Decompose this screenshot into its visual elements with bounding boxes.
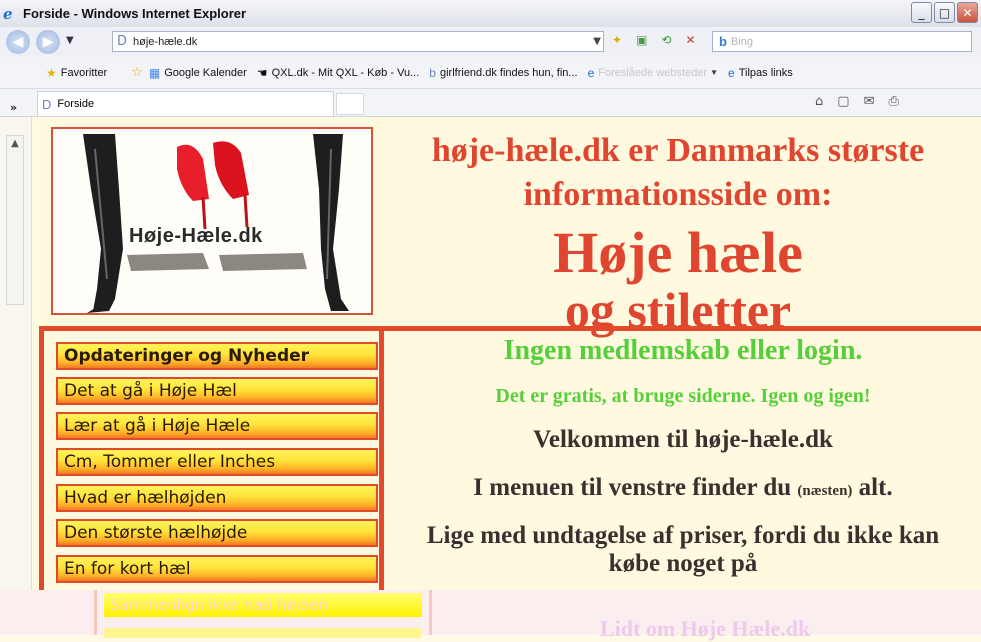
forward-arrow-icon: ▶ [42, 34, 54, 50]
headline-line1: høje-hæle.dk er Danmarks største [431, 132, 925, 169]
welcome-text: Velkommen til høje-hæle.dk [533, 426, 833, 453]
command-bar: ⌂ ▢ ✉ ⎙ [815, 94, 899, 109]
address-dropdown-icon[interactable]: ▼ [593, 36, 601, 47]
tab-forside[interactable]: D Forside [37, 91, 334, 116]
window-titlebar: e Forside - Windows Internet Explorer _ … [0, 0, 981, 27]
menu-item-heel-height[interactable]: Hvad er hælhøjden [56, 484, 378, 512]
more-chevron-icon[interactable]: » [10, 101, 17, 114]
search-box[interactable]: b Bing [712, 31, 972, 52]
back-arrow-icon: ◀ [12, 34, 24, 50]
chevron-down-icon: ▼ [710, 68, 719, 77]
search-placeholder[interactable]: Bing [731, 36, 753, 48]
site-logo[interactable]: Høje-Hæle.dk [51, 127, 373, 315]
window-controls: _ □ ✕ [911, 2, 978, 23]
left-menu: Opdateringer og Nyheder Det at gå i Høje… [39, 326, 384, 635]
forward-button[interactable]: ▶ [36, 30, 60, 54]
address-toolbar: ◀ ▶ ▼ D høje-hæle.dk ▼ ✦ ▣ ⟲ ✕ b Bing [0, 27, 981, 57]
menu-hint-text: I menuen til venstre finder du (næsten) … [393, 474, 973, 502]
menu-hint-small: (næsten) [797, 483, 853, 499]
boots-illustration [83, 134, 349, 313]
stop-icon[interactable]: ✕ [685, 33, 695, 47]
page-content: Høje-Hæle.dk høje-hæle.dk er Danmarks st… [33, 117, 981, 635]
ie-icon: e [587, 65, 595, 80]
star-icon: ★ [46, 65, 57, 80]
page-icon: D [117, 34, 128, 49]
favorite-qxl[interactable]: ☚ QXL.dk - Mit QXL - Køb - Vu... [257, 66, 420, 80]
ie-logo-icon: e [3, 4, 13, 23]
minimize-button[interactable]: _ [911, 2, 932, 23]
menu-item-updates[interactable]: Opdateringer og Nyheder [56, 342, 378, 370]
history-dropdown-icon[interactable]: ▼ [66, 35, 74, 46]
print-icon[interactable]: ⎙ [888, 94, 898, 109]
back-button[interactable]: ◀ [6, 30, 30, 54]
new-tab-button[interactable] [336, 93, 364, 115]
maximize-button[interactable]: □ [934, 2, 955, 23]
compatibility-icon[interactable]: ✦ [612, 33, 622, 47]
refresh-icon[interactable]: ⟲ [661, 33, 671, 47]
exception-line2: købe noget på [608, 550, 758, 577]
address-tools: ✦ ▣ ⟲ ✕ [612, 33, 696, 47]
favorite-suggested-sites[interactable]: e Foreslåede websteder ▼ [588, 66, 718, 80]
favorites-button[interactable]: ★ Favoritter [46, 66, 107, 80]
address-url[interactable]: høje-hæle.dk [133, 36, 197, 48]
logo-text: Høje-Hæle.dk [129, 225, 263, 247]
exception-line1: Lige med undtagelse af priser, fordi du … [426, 522, 940, 549]
main-text: Ingen medlemskab eller login. Det er gra… [393, 331, 973, 578]
favorite-label: Google Kalender [164, 66, 247, 79]
menu-item-compare[interactable]: Sammenlign ikke hæl højden [104, 593, 422, 617]
bing-icon: b [719, 34, 727, 49]
tab-row: D Forside ⌂ ▢ ✉ ⎙ [0, 89, 981, 117]
no-login-text: Ingen medlemskab eller login. [503, 335, 863, 366]
home-icon[interactable]: ⌂ [815, 94, 823, 109]
feeds-icon[interactable]: ▢ [837, 94, 849, 109]
page-icon: D [42, 96, 52, 112]
faded-heading: Lidt om Høje Hæle.dk [600, 616, 811, 641]
favorites-bar: ★ Favoritter ☆ ▦ Google Kalender ☚ QXL.d… [0, 57, 981, 89]
scrollbar[interactable]: ▲ [6, 135, 24, 305]
favorite-google-kalender[interactable]: ▦ Google Kalender [149, 66, 247, 80]
menu-hint-a: I menuen til venstre finder du [473, 474, 792, 501]
menu-item-learn[interactable]: Lær at gå i Høje Hæle [56, 412, 378, 440]
scroll-up-icon[interactable]: ▲ [7, 138, 23, 149]
menu-item-largest-heel[interactable]: Den største hælhøjde [56, 519, 378, 547]
menu-item-next[interactable] [104, 628, 422, 638]
menu-hint-b: alt. [858, 474, 893, 501]
favorite-label: QXL.dk - Mit QXL - Køb - Vu... [271, 66, 420, 79]
tab-label: Forside [57, 98, 95, 110]
free-text: Det er gratis, at bruge siderne. Igen og… [495, 385, 871, 407]
close-button[interactable]: ✕ [957, 2, 978, 23]
google-icon: ▦ [148, 65, 161, 80]
headline-line2: informationsside om: [523, 176, 833, 213]
favorites-label: Favoritter [60, 66, 108, 79]
page-icon: b [429, 65, 436, 80]
rss-icon[interactable]: ▣ [636, 33, 647, 47]
add-favorite-icon[interactable]: ☆ [131, 65, 143, 80]
menu-item-walking[interactable]: Det at gå i Høje Hæl [56, 377, 378, 405]
faded-overlay: Sammenlign ikke hæl højden Lidt om Høje … [0, 590, 981, 641]
favorite-tilpas-links[interactable]: e Tilpas links [728, 66, 793, 80]
window-title: Forside - Windows Internet Explorer [23, 6, 247, 21]
headline-big1: Høje hæle [553, 220, 803, 285]
menu-item-short-heel[interactable]: En for kort hæl [56, 555, 378, 583]
ie-icon: e [728, 65, 735, 80]
site-headline: høje-hæle.dk er Danmarks største informa… [383, 129, 973, 335]
address-bar[interactable]: D høje-hæle.dk ▼ [112, 31, 604, 52]
favorite-label: Foreslåede websteder [598, 66, 708, 79]
favorite-girlfriend[interactable]: b girlfriend.dk findes hun, fin... [429, 66, 577, 80]
menu-item-units[interactable]: Cm, Tommer eller Inches [56, 448, 378, 476]
favorite-label: Tilpas links [738, 66, 793, 79]
favorite-label: girlfriend.dk findes hun, fin... [439, 66, 578, 79]
mail-icon[interactable]: ✉ [864, 94, 875, 109]
hand-icon: ☚ [256, 65, 268, 80]
